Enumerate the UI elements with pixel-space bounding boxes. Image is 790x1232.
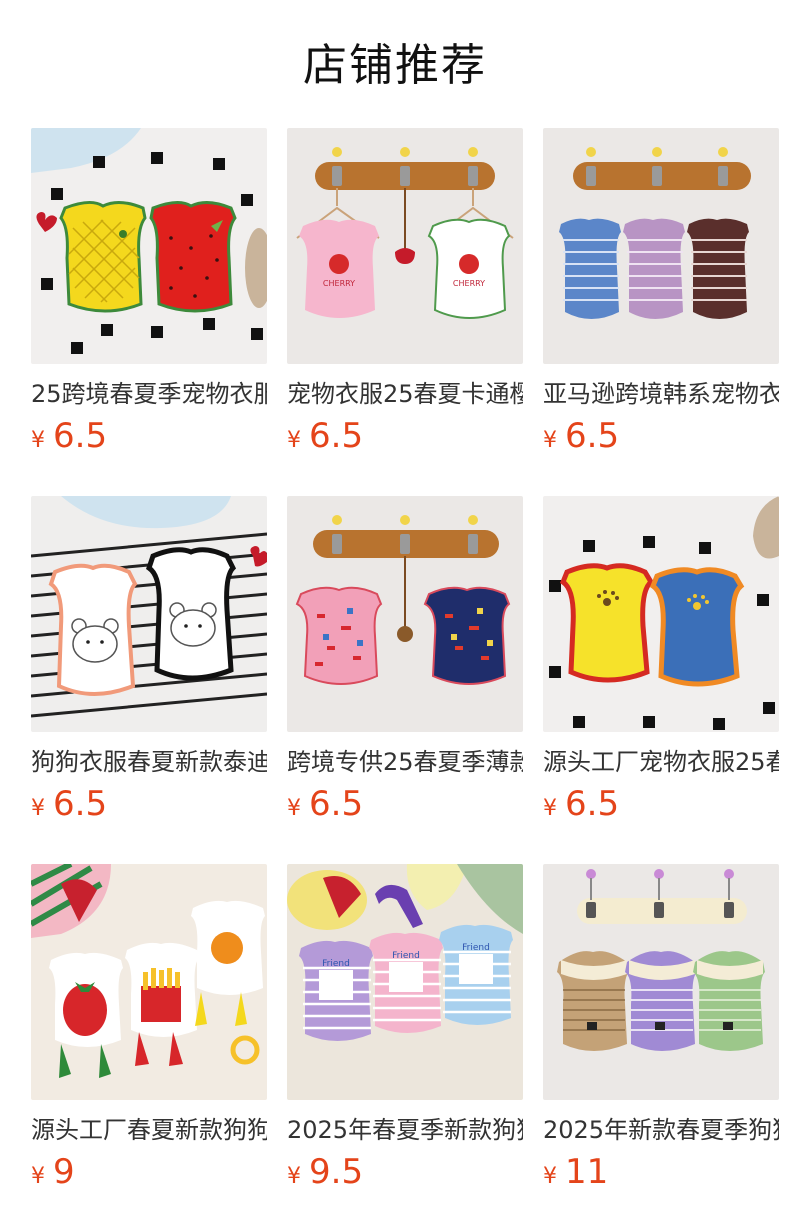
currency-symbol: ¥ xyxy=(31,428,45,453)
product-card[interactable]: 亚马逊跨境韩系宠物衣服 ¥6.5 xyxy=(543,128,779,456)
product-price: ¥6.5 xyxy=(287,416,523,456)
product-price: ¥6.5 xyxy=(31,784,267,824)
price-amount: 6.5 xyxy=(565,784,620,824)
svg-text:CHERRY: CHERRY xyxy=(323,279,355,288)
pineapple-watermelon-vests-image xyxy=(31,128,267,364)
currency-symbol: ¥ xyxy=(287,796,301,821)
svg-text:Friend: Friend xyxy=(462,943,490,953)
product-name[interactable]: 25跨境春夏季宠物衣服 xyxy=(31,378,267,410)
product-name[interactable]: 2025年新款春夏季狗狗 xyxy=(543,1114,779,1146)
product-image[interactable]: CHERRY CHERRY xyxy=(287,128,523,364)
price-amount: 9.5 xyxy=(309,1152,364,1192)
product-image[interactable] xyxy=(31,864,267,1100)
product-price: ¥6.5 xyxy=(543,784,779,824)
product-price: ¥6.5 xyxy=(543,416,779,456)
product-image[interactable] xyxy=(31,496,267,732)
price-amount: 9 xyxy=(53,1152,75,1192)
product-card[interactable]: 源头工厂宠物衣服25春夏 ¥6.5 xyxy=(543,496,779,824)
currency-symbol: ¥ xyxy=(543,428,557,453)
product-image[interactable] xyxy=(31,128,267,364)
product-name[interactable]: 亚马逊跨境韩系宠物衣服 xyxy=(543,378,779,410)
product-name[interactable]: 狗狗衣服春夏新款泰迪 xyxy=(31,746,267,778)
price-amount: 6.5 xyxy=(309,784,364,824)
price-amount: 6.5 xyxy=(309,416,364,456)
currency-symbol: ¥ xyxy=(543,1164,557,1189)
knit-vests-on-hanger-image xyxy=(543,864,779,1100)
svg-text:Friend: Friend xyxy=(322,959,350,969)
product-card[interactable]: 源头工厂春夏新款狗狗 ¥9 xyxy=(31,864,267,1192)
bear-vests-image xyxy=(31,496,267,732)
product-image[interactable] xyxy=(543,128,779,364)
currency-symbol: ¥ xyxy=(543,796,557,821)
product-price: ¥9 xyxy=(31,1152,267,1192)
price-amount: 6.5 xyxy=(53,416,108,456)
product-name[interactable]: 源头工厂宠物衣服25春夏 xyxy=(543,746,779,778)
price-amount: 6.5 xyxy=(565,416,620,456)
product-image[interactable]: Friend Friend Friend xyxy=(287,864,523,1100)
product-price: ¥9.5 xyxy=(287,1152,523,1192)
cherry-vests-on-hanger-image: CHERRY CHERRY xyxy=(287,128,523,364)
friend-striped-vests-image: Friend Friend Friend xyxy=(287,864,523,1100)
product-image[interactable] xyxy=(287,496,523,732)
currency-symbol: ¥ xyxy=(287,428,301,453)
svg-text:CHERRY: CHERRY xyxy=(453,279,485,288)
price-amount: 6.5 xyxy=(53,784,108,824)
product-card[interactable]: 狗狗衣服春夏新款泰迪 ¥6.5 xyxy=(31,496,267,824)
currency-symbol: ¥ xyxy=(31,796,45,821)
printed-vests-on-hanger-image xyxy=(287,496,523,732)
product-price: ¥11 xyxy=(543,1152,779,1192)
product-card[interactable]: 2025年新款春夏季狗狗 ¥11 xyxy=(543,864,779,1192)
product-name[interactable]: 宠物衣服25春夏卡通樱桃 xyxy=(287,378,523,410)
price-amount: 11 xyxy=(565,1152,609,1192)
currency-symbol: ¥ xyxy=(31,1164,45,1189)
striped-vests-on-hanger-image xyxy=(543,128,779,364)
product-card[interactable]: CHERRY CHERRY 宠物衣服25春夏卡通樱桃 ¥6.5 xyxy=(287,128,523,456)
product-price: ¥6.5 xyxy=(31,416,267,456)
product-card[interactable]: Friend Friend Friend 2025年春夏季新款狗狗 ¥9.5 xyxy=(287,864,523,1192)
product-name[interactable]: 源头工厂春夏新款狗狗 xyxy=(31,1114,267,1146)
product-card[interactable]: 跨境专供25春夏季薄款 ¥6.5 xyxy=(287,496,523,824)
product-price: ¥6.5 xyxy=(287,784,523,824)
product-card[interactable]: 25跨境春夏季宠物衣服 ¥6.5 xyxy=(31,128,267,456)
currency-symbol: ¥ xyxy=(287,1164,301,1189)
product-image[interactable] xyxy=(543,864,779,1100)
product-name[interactable]: 2025年春夏季新款狗狗 xyxy=(287,1114,523,1146)
product-name[interactable]: 跨境专供25春夏季薄款 xyxy=(287,746,523,778)
page-title: 店铺推荐 xyxy=(303,40,487,91)
fruit-character-vests-image xyxy=(31,864,267,1100)
yellow-blue-vests-image xyxy=(543,496,779,732)
product-image[interactable] xyxy=(543,496,779,732)
svg-text:Friend: Friend xyxy=(392,951,420,961)
